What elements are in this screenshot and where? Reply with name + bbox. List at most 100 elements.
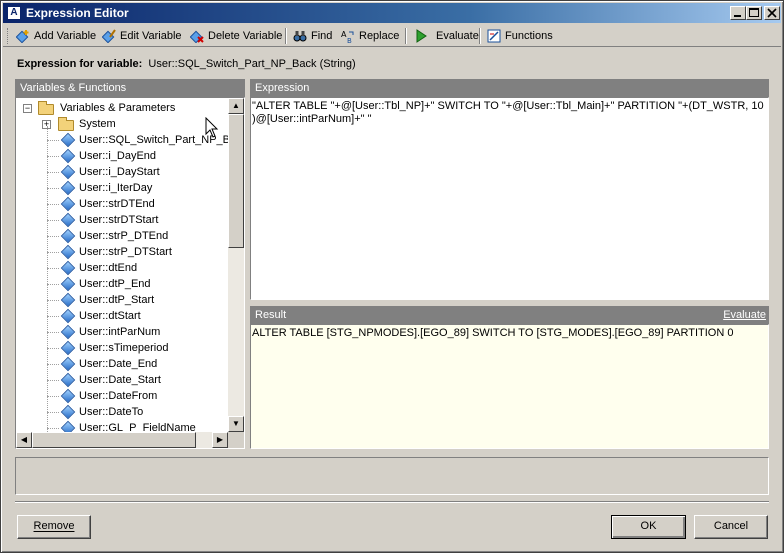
tree-item-variable-label: User::i_DayStart xyxy=(79,166,160,178)
variable-icon xyxy=(60,164,76,180)
hscroll-thumb[interactable] xyxy=(32,432,196,448)
variable-icon xyxy=(60,244,76,260)
minimize-icon xyxy=(734,15,741,17)
evaluate-button[interactable]: Evaluate xyxy=(411,27,482,45)
tree-connector xyxy=(47,316,59,317)
tree-item-variable-label: User::Date_Start xyxy=(79,374,161,386)
minimize-button[interactable] xyxy=(730,6,746,20)
divider xyxy=(15,501,769,503)
add-variable-label: Add Variable xyxy=(34,30,97,42)
tree-root-label: Variables & Parameters xyxy=(60,102,176,114)
toolbar-separator xyxy=(285,28,287,44)
scroll-thumb[interactable] xyxy=(228,114,244,248)
expression-for-label: Expression for variable: xyxy=(17,58,143,70)
tree-item-variable-label: User::DateTo xyxy=(79,406,144,418)
tree-connector xyxy=(47,300,59,301)
variables-functions-header: Variables & Functions xyxy=(15,79,245,97)
maximize-button[interactable] xyxy=(746,6,762,20)
evaluate-link[interactable]: Evaluate xyxy=(723,306,766,324)
tree-item-variable-label: User::dtP_End xyxy=(79,278,151,290)
svg-text:B: B xyxy=(347,37,352,43)
tree-item-variable-label: User::strDTStart xyxy=(79,214,159,226)
tree-connector xyxy=(47,220,59,221)
expression-for-variable: Expression for variable: User::SQL_Switc… xyxy=(17,58,356,70)
tree-connector xyxy=(47,236,59,237)
ok-button[interactable]: OK xyxy=(611,515,686,539)
title-bar[interactable]: A Expression Editor xyxy=(3,3,781,23)
expression-editor-window: A Expression Editor Add Variable Edit Va… xyxy=(0,0,784,553)
mouse-cursor-icon xyxy=(205,117,219,138)
scroll-up-icon[interactable]: ▲ xyxy=(228,98,244,114)
tree-connector xyxy=(47,380,59,381)
edit-variable-label: Edit Variable xyxy=(120,30,182,42)
remove-label: Remove xyxy=(33,520,75,532)
tree-item-variable-label: User::intParNum xyxy=(79,326,161,338)
variable-icon xyxy=(60,148,76,164)
scrollbar-corner xyxy=(228,432,244,448)
tree-item-variable-label: User::dtEnd xyxy=(79,262,138,274)
open-folder-icon xyxy=(38,101,54,115)
tree-root-item[interactable]: − Variables & Parameters xyxy=(16,100,228,116)
variable-icon xyxy=(60,276,76,292)
variable-icon xyxy=(60,340,76,356)
tree-item-variable-label: User::i_DayEnd xyxy=(79,150,157,162)
tree-item-variable-label: User::dtP_Start xyxy=(79,294,155,306)
variable-icon xyxy=(60,228,76,244)
variable-icon xyxy=(60,212,76,228)
expression-for-value: User::SQL_Switch_Part_NP_Back (String) xyxy=(148,58,356,70)
replace-icon: AB xyxy=(341,29,355,45)
variable-icon xyxy=(60,356,76,372)
delete-variable-button[interactable]: Delete Variable xyxy=(187,27,285,45)
cancel-button[interactable]: Cancel xyxy=(694,515,768,539)
tree-connector xyxy=(47,428,59,429)
close-icon xyxy=(767,8,777,18)
collapse-icon[interactable]: − xyxy=(23,104,32,113)
variable-icon xyxy=(60,372,76,388)
delete-variable-label: Delete Variable xyxy=(208,30,283,42)
tree-item-variable-label: User::Date_End xyxy=(79,358,158,370)
tree-horizontal-scrollbar[interactable]: ◀ ▶ xyxy=(16,432,228,448)
scroll-left-icon[interactable]: ◀ xyxy=(16,432,32,448)
play-icon xyxy=(414,29,428,43)
add-variable-button[interactable]: Add Variable xyxy=(13,27,99,45)
find-label: Find xyxy=(311,30,333,42)
result-textarea[interactable]: ALTER TABLE [STG_NPMODES].[EGO_89] SWITC… xyxy=(250,324,769,449)
expression-header: Expression xyxy=(250,79,769,97)
binoculars-icon xyxy=(293,29,307,43)
variable-icon xyxy=(60,196,76,212)
app-icon: A xyxy=(7,6,21,20)
tree-connector xyxy=(47,396,59,397)
tree-item-variable-label: User::strP_DTStart xyxy=(79,246,172,258)
replace-button[interactable]: AB Replace xyxy=(338,27,402,45)
variables-tree[interactable]: − Variables & Parameters + System User::… xyxy=(15,97,245,449)
close-button[interactable] xyxy=(764,6,780,20)
variable-icon xyxy=(60,292,76,308)
functions-label: Functions xyxy=(505,30,553,42)
remove-button[interactable]: Remove xyxy=(17,515,91,539)
functions-button[interactable]: Functions xyxy=(484,27,556,45)
scroll-down-icon[interactable]: ▼ xyxy=(228,416,244,432)
tree-connector xyxy=(47,156,59,157)
variable-icon xyxy=(60,404,76,420)
variable-icon xyxy=(60,388,76,404)
toolbar-separator xyxy=(405,28,407,44)
expression-textarea[interactable]: "ALTER TABLE "+@[User::Tbl_NP]+" SWITCH … xyxy=(250,97,769,300)
variable-icon xyxy=(60,260,76,276)
toolbar-grip[interactable] xyxy=(7,28,10,44)
tree-vertical-scrollbar[interactable]: ▲ ▼ xyxy=(228,98,244,432)
edit-variable-button[interactable]: Edit Variable xyxy=(99,27,185,45)
replace-label: Replace xyxy=(359,30,400,42)
tree-item-variable-label: User::sTimeperiod xyxy=(79,342,169,354)
result-header: Result Evaluate xyxy=(250,306,769,324)
result-title: Result xyxy=(255,309,287,321)
window-title: Expression Editor xyxy=(26,6,129,20)
tree-item-variable-label: User::DateFrom xyxy=(79,390,158,402)
tree-connector xyxy=(47,172,59,173)
toolbar: Add Variable Edit Variable Delete Variab… xyxy=(3,25,781,47)
ok-label: OK xyxy=(640,520,657,532)
find-button[interactable]: Find xyxy=(290,27,335,45)
tree-item-variable-label: User::strDTEnd xyxy=(79,198,155,210)
scroll-right-icon[interactable]: ▶ xyxy=(212,432,228,448)
edit-variable-icon xyxy=(101,29,116,44)
functions-icon xyxy=(487,29,501,43)
